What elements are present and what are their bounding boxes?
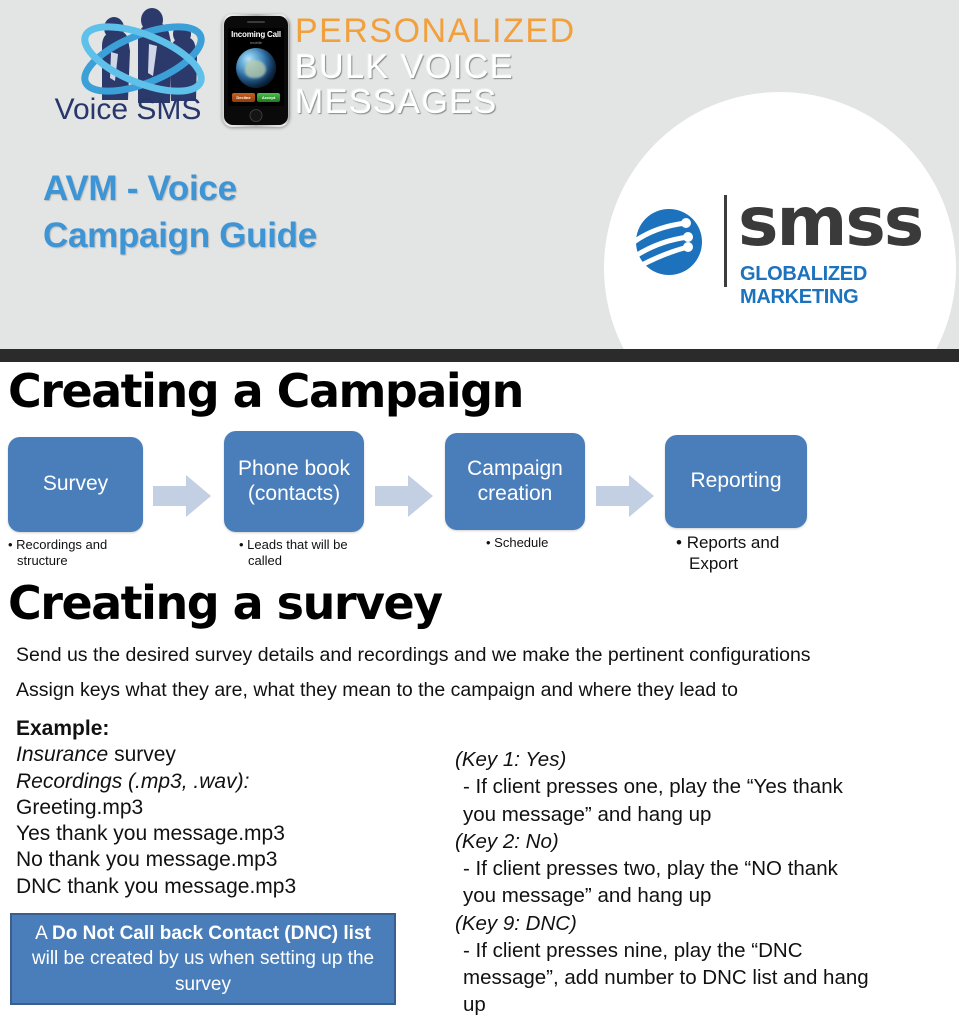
earth-globe-icon bbox=[236, 48, 276, 88]
flow-step-campaign-creation-box: Campaign creation bbox=[445, 433, 585, 530]
phone-caller-sub: mobile bbox=[250, 40, 262, 45]
flow-step-reporting-box: Reporting bbox=[665, 435, 807, 528]
header-tagline: PERSONALIZED BULK VOICE MESSAGES bbox=[295, 12, 576, 122]
smss-globe-icon bbox=[624, 201, 706, 283]
survey-intro-line-2: Assign keys what they are, what they mea… bbox=[16, 679, 738, 701]
key-2-desc: - If client presses two, play the “NO th… bbox=[463, 857, 838, 908]
example-recordings-label: Recordings (.mp3, .wav): bbox=[16, 769, 250, 793]
flow-step-survey: Survey • Recordings and structure bbox=[8, 437, 143, 569]
flow-step-survey-caption: • Recordings and structure bbox=[8, 537, 108, 568]
flow-step-campaign-creation-caption-text: Schedule bbox=[494, 535, 549, 550]
dnc-note-prefix: A bbox=[35, 923, 53, 945]
flow-step-reporting-caption-text: Reports and Export bbox=[686, 533, 780, 573]
flow-step-phone-book-box: Phone book (contacts) bbox=[224, 431, 364, 532]
example-subject-italic: Insurance bbox=[16, 743, 109, 767]
header-divider-bar bbox=[0, 349, 959, 362]
phone-home-button bbox=[249, 109, 263, 122]
section-title-creating-a-campaign: Creating a Campaign bbox=[8, 364, 524, 418]
smss-logo-divider bbox=[724, 195, 727, 287]
incoming-call-phone-icon: Incoming Call mobile Decline Accept bbox=[222, 14, 290, 127]
flow-step-survey-caption-text: Recordings and structure bbox=[16, 537, 108, 568]
page-header: Voice SMS Incoming Call mobile Decline A… bbox=[0, 0, 959, 349]
example-heading: Example: bbox=[16, 717, 110, 740]
flow-step-reporting-caption: • Reports and Export bbox=[676, 533, 780, 573]
flow-step-phone-book: Phone book (contacts) • Leads that will … bbox=[224, 431, 364, 569]
smss-wordmark: smss bbox=[738, 183, 924, 262]
example-file-3: No thank you message.mp3 bbox=[16, 848, 278, 872]
example-file-4: DNC thank you message.mp3 bbox=[16, 874, 297, 898]
decline-call-button: Decline bbox=[232, 93, 255, 102]
phone-screen: Incoming Call mobile Decline Accept bbox=[228, 28, 284, 106]
dnc-note-box: A Do Not Call back Contact (DNC) list wi… bbox=[10, 913, 396, 1005]
dnc-note-bold: Do Not Call back Contact (DNC) list bbox=[52, 923, 371, 945]
accept-call-button: Accept bbox=[257, 93, 280, 102]
tagline-line-3: MESSAGES bbox=[295, 83, 498, 122]
example-file-1: Greeting.mp3 bbox=[16, 795, 144, 819]
voice-sms-wordmark: Voice SMS bbox=[54, 93, 202, 126]
key-1-desc: - If client presses one, play the “Yes t… bbox=[463, 775, 843, 826]
key-9-head: (Key 9: DNC) bbox=[455, 911, 577, 935]
flow-step-reporting: Reporting • Reports and Export bbox=[665, 435, 807, 574]
example-block: Example: Insurance survey Recordings (.m… bbox=[16, 716, 296, 900]
key-2-head: (Key 2: No) bbox=[455, 829, 559, 853]
survey-keys-block: (Key 1: Yes) - If client presses one, pl… bbox=[455, 746, 875, 1019]
key-9-desc: - If client presses nine, play the “DNC … bbox=[463, 938, 869, 1017]
flow-step-campaign-creation: Campaign creation • Schedule bbox=[445, 433, 585, 551]
flow-step-phone-book-caption: • Leads that will be called bbox=[239, 537, 348, 568]
key-1-head: (Key 1: Yes) bbox=[455, 748, 567, 771]
flow-step-phone-book-caption-text: Leads that will be called bbox=[247, 537, 348, 568]
example-subject-rest: survey bbox=[108, 743, 176, 767]
example-file-2: Yes thank you message.mp3 bbox=[16, 822, 285, 845]
flow-step-campaign-creation-caption: • Schedule bbox=[486, 535, 549, 550]
section-title-creating-a-survey: Creating a survey bbox=[8, 576, 443, 630]
page-title: AVM - Voice Campaign Guide bbox=[43, 166, 463, 260]
tagline-line-1: PERSONALIZED bbox=[295, 12, 576, 50]
phone-speaker bbox=[247, 21, 265, 23]
phone-incoming-label: Incoming Call bbox=[231, 30, 281, 39]
dnc-note-text: A Do Not Call back Contact (DNC) list wi… bbox=[20, 921, 386, 996]
page-title-line-1: AVM - Voice bbox=[43, 169, 237, 208]
flow-arrow-3 bbox=[596, 475, 654, 517]
page-title-line-2: Campaign Guide bbox=[43, 215, 317, 255]
smss-tagline: GLOBALIZED MARKETING bbox=[740, 263, 867, 308]
tagline-line-2: BULK VOICE bbox=[295, 47, 515, 86]
campaign-flow-diagram: Survey • Recordings and structure Phone … bbox=[0, 431, 959, 573]
survey-intro-line-1: Send us the desired survey details and r… bbox=[16, 644, 811, 666]
flow-step-survey-box: Survey bbox=[8, 437, 143, 532]
flow-arrow-1 bbox=[153, 475, 211, 517]
dnc-note-rest: will be created by us when setting up th… bbox=[31, 948, 375, 995]
flow-arrow-2 bbox=[375, 475, 433, 517]
example-subject: Insurance survey bbox=[16, 742, 296, 768]
smss-logo: smss GLOBALIZED MARKETING bbox=[624, 189, 934, 308]
